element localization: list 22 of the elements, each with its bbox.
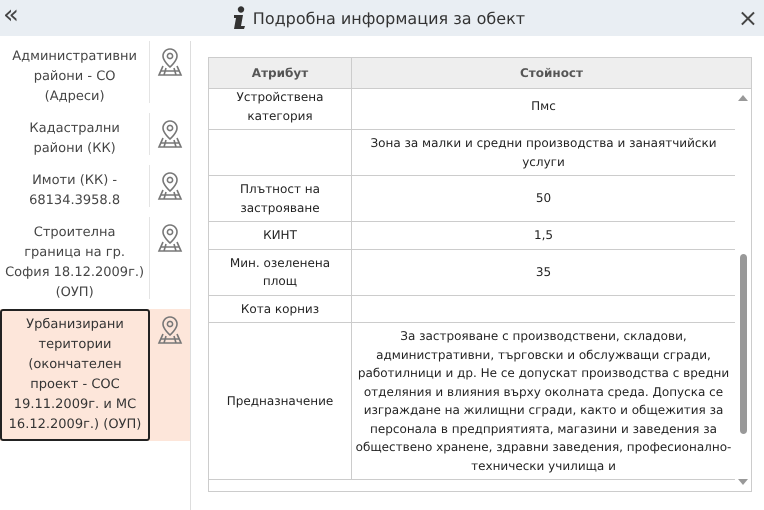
layer-item[interactable]: Имоти (КК) - 68134.3958.8 bbox=[0, 165, 150, 217]
table-cell-text: Предназначение bbox=[226, 392, 334, 410]
collapse-button[interactable]: « bbox=[0, 1, 26, 29]
layer-item[interactable]: Урбанизирани територии (окончателен проект - СОС 19.11.2009г. и МС 16.12.2009г.) (ОУП) bbox=[0, 309, 150, 441]
window-title: Подробна информация за обект bbox=[252, 8, 526, 28]
table-cell-text: Кота корниз bbox=[240, 300, 320, 318]
column-header: Атрибут bbox=[209, 58, 352, 88]
close-button[interactable]: × bbox=[732, 6, 764, 30]
table-cell-text: Мин. озеленена площ bbox=[228, 254, 332, 290]
table-cell-text: Плътност на застрояване bbox=[239, 181, 321, 216]
layer-item[interactable]: Кадастрални райони (КК) bbox=[0, 113, 150, 165]
table-cell-text: 1,5 bbox=[534, 227, 554, 244]
table-cell-text: За застрояване с производствени, складови, административни, търговски и обслужващи сгради, работилници и др. Не се допускат производства с вредни отделяния и влияния върху околната среда. Допуска се изграждане на жилищни сгради, както и общежития за персонала в предприятията, магазини и заведения за обществено хранене, здравни заведения, професионално-технически училища и bbox=[355, 328, 732, 474]
layer-item[interactable]: Административни райони - СО (Адреси) bbox=[0, 41, 150, 113]
layer-item[interactable]: Строителна граница на гр. София 18.12.2009г.) (ОУП) bbox=[0, 217, 150, 309]
table-cell-text: КИНТ bbox=[263, 227, 297, 244]
table-cell-text: Пмс bbox=[531, 98, 556, 116]
table-cell-text: Устройствена категория bbox=[236, 89, 324, 124]
table-cell-text: 50 bbox=[536, 190, 552, 208]
table-cell-text: 35 bbox=[536, 264, 552, 281]
column-header: Стойност bbox=[518, 65, 584, 82]
table-cell-text: Зона за малки и средни производства и занаятчийски услуги bbox=[369, 135, 718, 170]
